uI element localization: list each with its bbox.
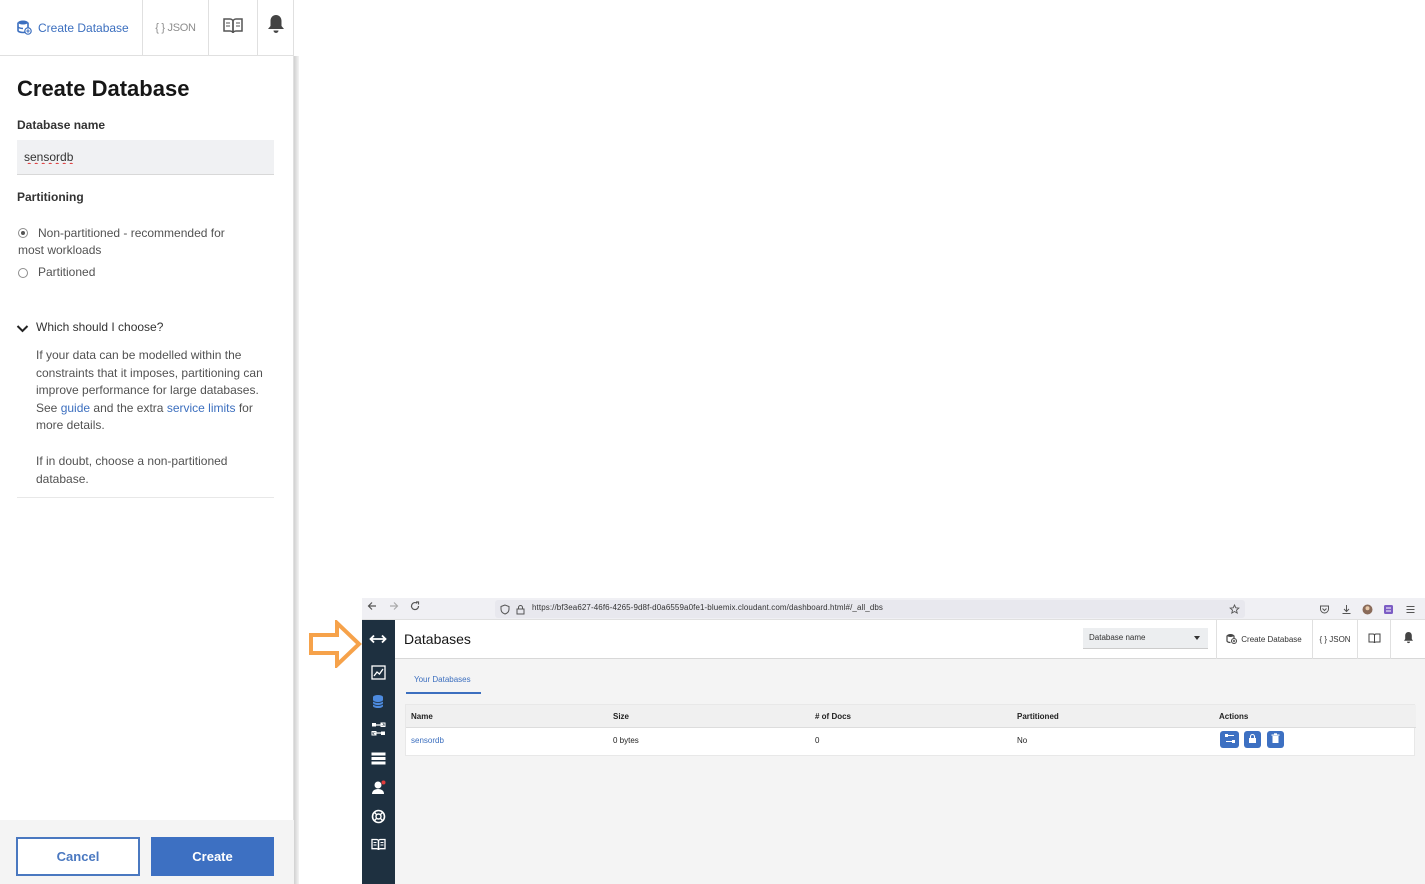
column-docs[interactable]: # of Docs	[815, 712, 851, 721]
toolbar-docs-button[interactable]	[209, 0, 258, 56]
panel-toolbar: Create Database { } JSON	[0, 0, 294, 56]
support-lifebuoy-icon[interactable]	[369, 807, 387, 825]
chevron-down-icon[interactable]	[16, 321, 29, 339]
side-nav	[362, 620, 395, 884]
bell-icon	[1403, 631, 1414, 649]
accordion-title[interactable]: Which should I choose?	[36, 320, 163, 334]
divider	[17, 497, 274, 498]
header-docs-button[interactable]	[1357, 620, 1390, 659]
forward-arrow-icon[interactable]	[389, 601, 399, 614]
arrow-right-icon	[308, 618, 362, 673]
row-db-docs: 0	[815, 736, 820, 745]
database-add-icon	[1226, 633, 1238, 646]
database-name-input[interactable]	[17, 140, 274, 175]
bell-icon	[267, 14, 285, 39]
create-database-panel: Create Database { } JSON Create Database…	[0, 0, 294, 884]
row-db-partitioned: No	[1017, 736, 1028, 745]
column-name[interactable]: Name	[411, 712, 433, 721]
accordion-text-2: and the extra	[93, 400, 164, 415]
radio-partitioned[interactable]	[18, 268, 28, 278]
accordion-advice: If in doubt, choose a non-partitioned da…	[36, 454, 228, 486]
screenshot-root: Create Database { } JSON Create Database…	[0, 0, 1425, 884]
accordion-body: If your data can be modelled within the …	[36, 347, 276, 435]
service-limits-link[interactable]: service limits	[167, 401, 236, 415]
column-partitioned[interactable]: Partitioned	[1017, 712, 1059, 721]
browser-window: https://bf3ea627-46f6-4265-9d8f-d0a6559a…	[362, 598, 1425, 884]
database-select-placeholder: Database name	[1089, 633, 1146, 642]
panel-shadow	[294, 56, 299, 884]
database-name-label: Database name	[17, 118, 106, 132]
partitioning-label: Partitioning	[17, 190, 84, 204]
shield-icon[interactable]	[500, 602, 512, 615]
replication-icon[interactable]	[369, 720, 387, 738]
guide-link[interactable]: guide	[61, 401, 90, 415]
option-partitioned-label: Partitioned	[38, 265, 96, 279]
create-button[interactable]: Create	[151, 837, 274, 876]
database-name-select[interactable]: Database name	[1083, 628, 1208, 649]
radio-non-partitioned[interactable]	[18, 228, 28, 238]
lock-icon	[1248, 731, 1257, 749]
toolbar-create-label: Create Database	[38, 21, 129, 35]
monitoring-chart-icon[interactable]	[369, 663, 387, 681]
database-icon[interactable]	[369, 692, 387, 710]
option-non-partitioned-label: Non-partitioned - recommended for most w…	[18, 226, 225, 257]
menu-icon[interactable]	[1405, 602, 1417, 614]
header-create-database-button[interactable]: Create Database	[1216, 620, 1311, 659]
databases-header: Databases Database name Create Database …	[395, 620, 1425, 659]
panel-title: Create Database	[17, 76, 190, 101]
databases-main: Databases Database name Create Database …	[395, 620, 1425, 884]
row-db-name-link[interactable]: sensordb	[411, 736, 444, 745]
row-db-size: 0 bytes	[613, 736, 639, 745]
back-arrow-icon[interactable]	[367, 601, 377, 614]
account-icon[interactable]	[369, 778, 387, 796]
book-icon	[223, 17, 243, 39]
cancel-button[interactable]: Cancel	[16, 837, 140, 876]
column-actions: Actions	[1219, 712, 1249, 721]
header-json-button[interactable]: { } JSON	[1312, 620, 1357, 659]
column-size[interactable]: Size	[613, 712, 629, 721]
header-create-label: Create Database	[1241, 635, 1302, 644]
expand-arrows-icon[interactable]	[369, 630, 387, 648]
profile-avatar-icon[interactable]	[1362, 602, 1374, 615]
table-header: Name Size # of Docs Partitioned Actions	[406, 705, 1416, 728]
replicate-action-button[interactable]	[1220, 731, 1239, 748]
toolbar-json-button[interactable]: { } JSON	[143, 0, 209, 56]
documentation-book-icon[interactable]	[369, 835, 387, 853]
pocket-icon[interactable]	[1319, 602, 1331, 614]
book-icon	[1368, 631, 1381, 649]
active-tasks-icon[interactable]	[369, 749, 387, 767]
database-add-icon	[16, 19, 32, 38]
caret-down-icon	[1194, 636, 1200, 640]
databases-table: Name Size # of Docs Partitioned Actions …	[405, 704, 1416, 756]
lock-icon[interactable]	[516, 602, 528, 615]
reload-icon[interactable]	[410, 601, 420, 614]
toolbar-create-database-button[interactable]: Create Database	[0, 0, 143, 56]
url-text: https://bf3ea627-46f6-4265-9d8f-d0a6559a…	[532, 603, 884, 612]
browser-toolbar: https://bf3ea627-46f6-4265-9d8f-d0a6559a…	[362, 598, 1425, 620]
toolbar-notifications-button[interactable]	[258, 0, 294, 56]
tab-your-databases[interactable]: Your Databases	[406, 670, 481, 694]
page-title: Databases	[404, 631, 471, 647]
extension-icon[interactable]	[1383, 602, 1395, 614]
header-notifications-button[interactable]	[1390, 620, 1425, 659]
trash-icon	[1271, 731, 1280, 749]
delete-action-button[interactable]	[1267, 731, 1284, 748]
permissions-action-button[interactable]	[1244, 731, 1261, 748]
replication-icon	[1224, 731, 1236, 749]
download-icon[interactable]	[1341, 602, 1353, 614]
star-icon[interactable]	[1229, 602, 1241, 615]
